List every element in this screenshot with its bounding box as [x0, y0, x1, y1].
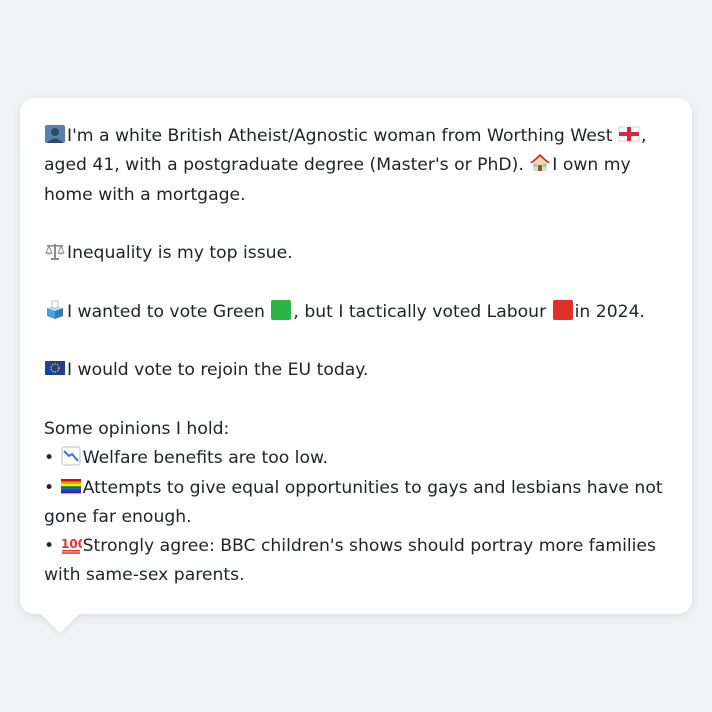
balance-scale-icon [44, 241, 66, 261]
issue-paragraph: Inequality is my top issue. [44, 239, 668, 268]
message-content: I'm a white British Atheist/Agnostic wom… [44, 122, 668, 591]
eu-paragraph: I would vote to rejoin the EU today. [44, 356, 668, 385]
svg-text:100: 100 [61, 537, 82, 551]
eu-flag-icon [44, 358, 66, 378]
green-square-icon [270, 299, 292, 320]
red-square-icon [552, 299, 574, 320]
vote-paragraph: I wanted to vote Green , but I tacticall… [44, 298, 668, 327]
bullet: • [44, 536, 55, 557]
england-flag-icon [618, 124, 640, 144]
bullet: • [44, 477, 55, 498]
rainbow-flag-icon [60, 476, 82, 496]
chat-bubble: I'm a white British Atheist/Agnostic wom… [20, 98, 692, 614]
opinion-item-3: • 100 Strongly agree: BBC children's sho… [44, 534, 656, 586]
person-silhouette-icon [44, 124, 66, 144]
opinion-item-1: • Welfare benefits are too low. [44, 446, 328, 469]
opinions-heading: Some opinions I hold: [44, 418, 230, 439]
hundred-points-icon: 100 [60, 534, 82, 554]
bullet: • [44, 448, 55, 469]
house-icon [529, 153, 551, 173]
chat-bubble-tail [40, 613, 80, 633]
ballot-box-icon [44, 300, 66, 320]
opinion-item-2: • Attempts to give equal opportunities t… [44, 476, 663, 527]
intro-paragraph: I'm a white British Atheist/Agnostic wom… [44, 124, 647, 205]
chart-decreasing-icon [60, 446, 82, 466]
